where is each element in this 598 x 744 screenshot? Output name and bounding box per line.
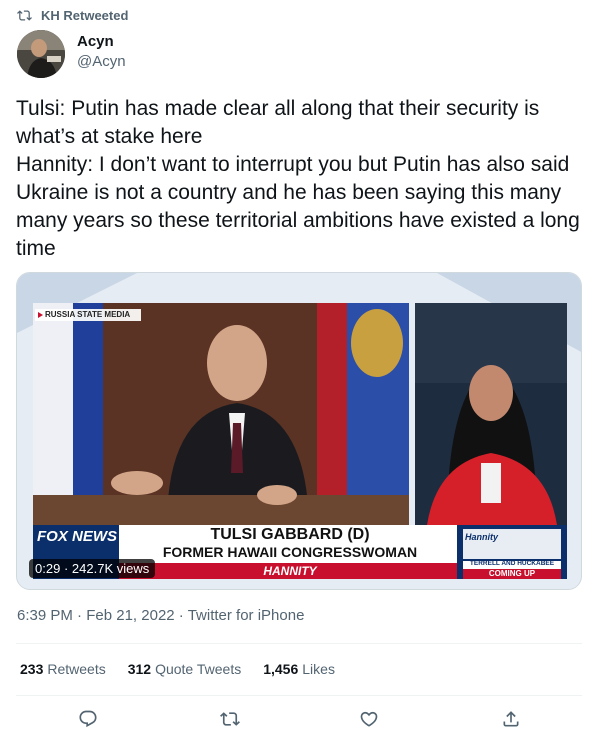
retweet-button[interactable] (219, 708, 241, 730)
video-views: 242.7K views (71, 561, 150, 576)
reply-icon (79, 710, 97, 728)
quotes-count: 312 (127, 661, 152, 677)
show-name: HANNITY (263, 564, 317, 578)
retweet-icon (17, 10, 32, 21)
author-handle[interactable]: @Acyn (77, 53, 126, 70)
video-stats-badge: 0:29 · 242.7K views (29, 559, 156, 578)
heart-icon (360, 711, 378, 727)
tweet-stats: 233 Retweets 312 Quote Tweets 1,456 Likes (20, 661, 335, 677)
reply-button[interactable] (77, 708, 99, 730)
retweet-context[interactable]: KH Retweeted (17, 8, 128, 23)
quotes-stat[interactable]: 312 Quote Tweets (128, 661, 242, 677)
tweet-time[interactable]: 6:39 PM (17, 607, 73, 624)
retweets-label: Retweets (47, 661, 106, 677)
chyron-title: FORMER HAWAII CONGRESSWOMAN (162, 544, 418, 560)
tweet-source[interactable]: Twitter for iPhone (188, 607, 305, 624)
divider (16, 643, 582, 644)
tweet-line: Hannity: I don’t want to interrupt you b… (16, 153, 580, 260)
video-duration: 0:29 (35, 561, 61, 576)
author-name[interactable]: Acyn (77, 33, 114, 50)
likes-count: 1,456 (263, 661, 299, 677)
promo-show-logo: Hannity (465, 532, 499, 542)
retweet-label: KH Retweeted (41, 8, 129, 23)
promo-text: TERRELL AND HUCKABEE (469, 560, 555, 567)
action-bar (0, 708, 598, 734)
state-media-label: RUSSIA STATE MEDIA (45, 310, 131, 319)
avatar[interactable] (17, 30, 65, 78)
like-button[interactable] (358, 708, 380, 730)
meta-separator: · (77, 607, 83, 624)
share-icon (503, 711, 519, 727)
promo-coming-up: COMING UP (488, 569, 536, 578)
quotes-label: Quote Tweets (155, 661, 242, 677)
chyron-name: TULSI GABBARD (D) (210, 526, 370, 543)
share-button[interactable] (500, 708, 522, 730)
tweet-meta: 6:39 PM · Feb 21, 2022 · Twitter for iPh… (17, 607, 304, 624)
retweets-stat[interactable]: 233 Retweets (20, 661, 106, 677)
retweets-count: 233 (20, 661, 44, 677)
network-logo: FOX NEWS (37, 528, 118, 545)
tweet-text: Tulsi: Putin has made clear all along th… (16, 95, 588, 263)
tweet-line: Tulsi: Putin has made clear all along th… (16, 97, 540, 148)
likes-stat[interactable]: 1,456 Likes (263, 661, 335, 677)
retweet-icon (220, 712, 240, 726)
video-player[interactable]: RUSSIA STATE MEDIA FOX NEWS TULSI GABBAR… (16, 272, 582, 590)
video-separator: · (63, 561, 69, 576)
tweet-date[interactable]: Feb 21, 2022 (86, 607, 174, 624)
likes-label: Likes (302, 661, 335, 677)
meta-separator: · (178, 607, 184, 624)
divider (16, 695, 582, 696)
